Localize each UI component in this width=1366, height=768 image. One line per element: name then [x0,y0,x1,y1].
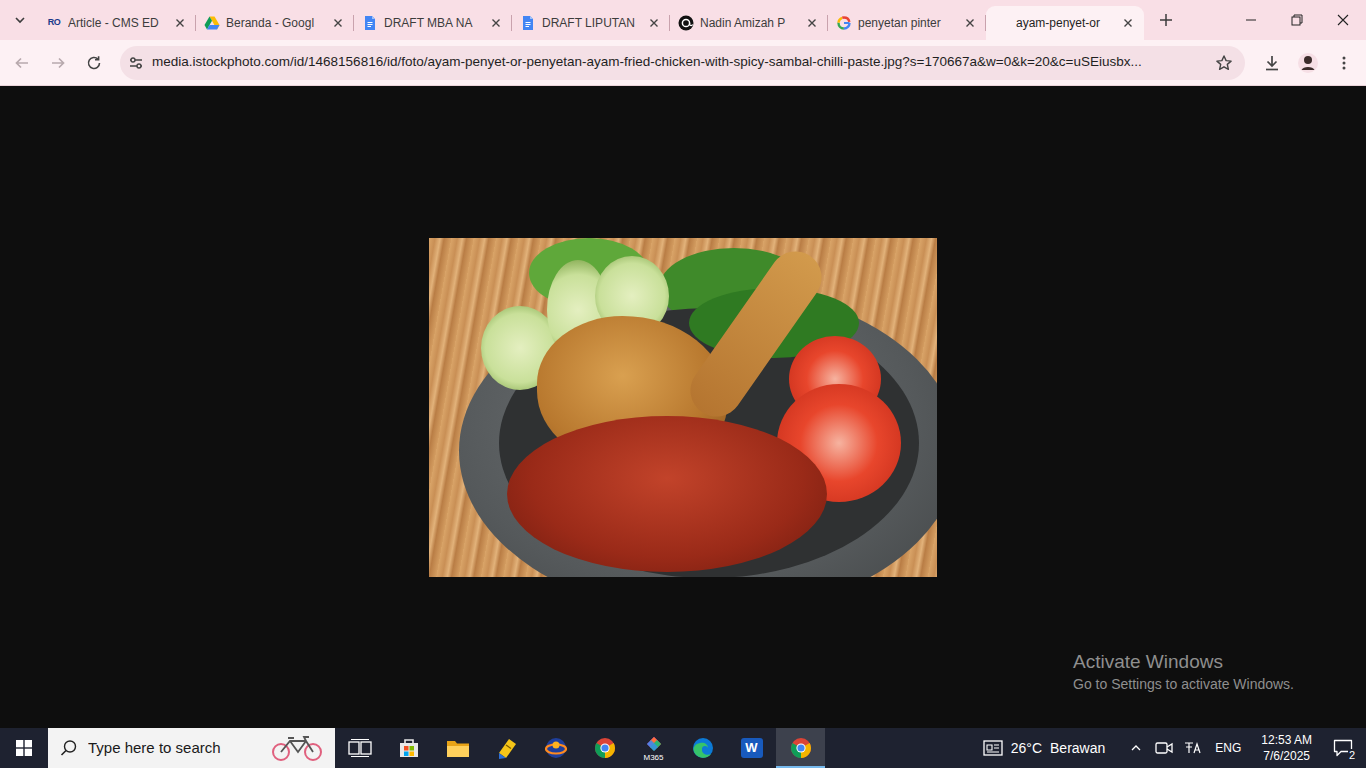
download-icon[interactable] [1256,47,1288,79]
tab-title: DRAFT LIPUTAN [542,15,640,31]
taskbar-app[interactable] [776,728,825,768]
sambal [507,416,827,572]
taskbar-app[interactable] [531,728,580,768]
food-photo [429,238,937,577]
restore-icon[interactable] [1274,0,1320,40]
tab-strip: RO Article - CMS ED Beranda - Googl DRAFT M… [0,0,1366,40]
store-icon [397,736,421,760]
input-method-icon[interactable] [1181,728,1203,768]
word-icon: W [741,738,763,758]
tab-close-icon[interactable] [172,15,188,31]
browser-tab[interactable]: penyetan pinter [828,6,986,40]
browser-tab[interactable]: Beranda - Googl [196,6,354,40]
tab-title: Nadin Amizah P [700,15,798,31]
minimize-icon[interactable] [1228,0,1274,40]
site-info-icon[interactable] [128,55,144,71]
taskbar-app[interactable] [580,728,629,768]
watermark-title: Activate Windows [1073,651,1294,673]
forward-arrow-icon[interactable] [42,47,74,79]
image-viewer: Activate WindowsGo to Settings to activa… [0,86,1366,728]
search-magnifier-icon [60,739,78,757]
none-favicon-icon [994,15,1010,31]
tab-search-icon[interactable] [6,6,34,34]
meet-camera-icon[interactable] [1153,728,1175,768]
url-text[interactable]: media.istockphoto.com/id/1468156816/id/f… [152,52,1207,72]
reload-icon[interactable] [78,47,110,79]
browser-toolbar: media.istockphoto.com/id/1468156816/id/f… [0,40,1366,86]
address-bar[interactable]: media.istockphoto.com/id/1468156816/id/f… [120,46,1245,80]
tab-close-icon[interactable] [1120,15,1136,31]
tab-close-icon[interactable] [962,15,978,31]
chrome-icon [593,736,617,760]
profile-avatar-icon[interactable] [1292,47,1324,79]
show-hidden-chevron-icon[interactable] [1125,728,1147,768]
taskbar: M365 W 26°C Berawan ENG 12:53 AM7/6/2025 2 [0,728,1366,768]
tab-close-icon[interactable] [804,15,820,31]
clock-time: 12:53 AM [1261,732,1312,748]
tab-title: penyetan pinter [858,15,956,31]
browser-tab[interactable]: DRAFT LIPUTAN [512,6,670,40]
clock[interactable]: 12:53 AM7/6/2025 [1261,732,1312,764]
tab-title: Article - CMS ED [68,15,166,31]
bicycle-highlight-icon[interactable] [269,733,325,763]
menu-dots-icon[interactable] [1328,47,1360,79]
task-view-icon [348,738,372,758]
system-tray: 26°C Berawan ENG 12:53 AM7/6/2025 2 [983,728,1366,768]
news-weather-icon [983,740,1003,756]
docs-favicon-icon [520,15,536,31]
m365-label: M365 [643,754,663,762]
activation-watermark: Activate WindowsGo to Settings to activa… [1073,651,1294,694]
tab-close-icon[interactable] [330,15,346,31]
chrome-icon [789,736,813,760]
watermark-subtitle: Go to Settings to activate Windows. [1073,674,1294,694]
tab-close-icon[interactable] [488,15,504,31]
explorer-icon [446,737,470,759]
bookmark-star-icon[interactable] [1215,54,1233,72]
taskbar-app[interactable]: W [727,728,776,768]
sticky-icon [495,736,519,760]
back-arrow-icon[interactable] [6,47,38,79]
drive-favicon-icon [204,15,220,31]
taskbar-app[interactable]: M365 [629,728,678,768]
tab-title: ayam-penyet-or [1016,15,1114,31]
tab-title: Beranda - Googl [226,15,324,31]
edge-icon [691,736,715,760]
close-window-icon[interactable] [1320,0,1366,40]
taskbar-app[interactable] [384,728,433,768]
browser-tab[interactable]: RO Article - CMS ED [38,6,196,40]
ro-logo-text: RO [48,16,61,30]
notification-count: 2 [1348,749,1356,761]
m365-icon [643,735,665,753]
threads-favicon-icon [678,15,694,31]
weather-condition: Berawan [1050,738,1105,759]
weather-widget[interactable]: 26°C Berawan [983,738,1106,759]
browser-tab[interactable]: ayam-penyet-or [986,6,1144,40]
language-indicator[interactable]: ENG [1215,739,1241,757]
taskbar-search[interactable] [48,728,335,768]
google-favicon-icon [836,15,852,31]
browser-tab[interactable]: DRAFT MBA NA [354,6,512,40]
docs-favicon-icon [362,15,378,31]
taskbar-app[interactable] [335,728,384,768]
tab-close-icon[interactable] [646,15,662,31]
notification-center[interactable]: 2 [1326,728,1360,768]
clock-date: 7/6/2025 [1261,748,1312,764]
browser-tab[interactable]: Nadin Amizah P [670,6,828,40]
taskbar-app[interactable] [678,728,727,768]
weather-temperature: 26°C [1011,738,1042,759]
tab-title: DRAFT MBA NA [384,15,482,31]
taskbar-app[interactable] [482,728,531,768]
orbit-icon [544,736,568,760]
taskbar-app[interactable] [433,728,482,768]
windows-start-icon[interactable] [0,728,48,768]
ro-favicon-icon: RO [46,15,62,31]
new-tab-plus-icon[interactable] [1152,6,1180,34]
search-field[interactable] [88,737,259,760]
